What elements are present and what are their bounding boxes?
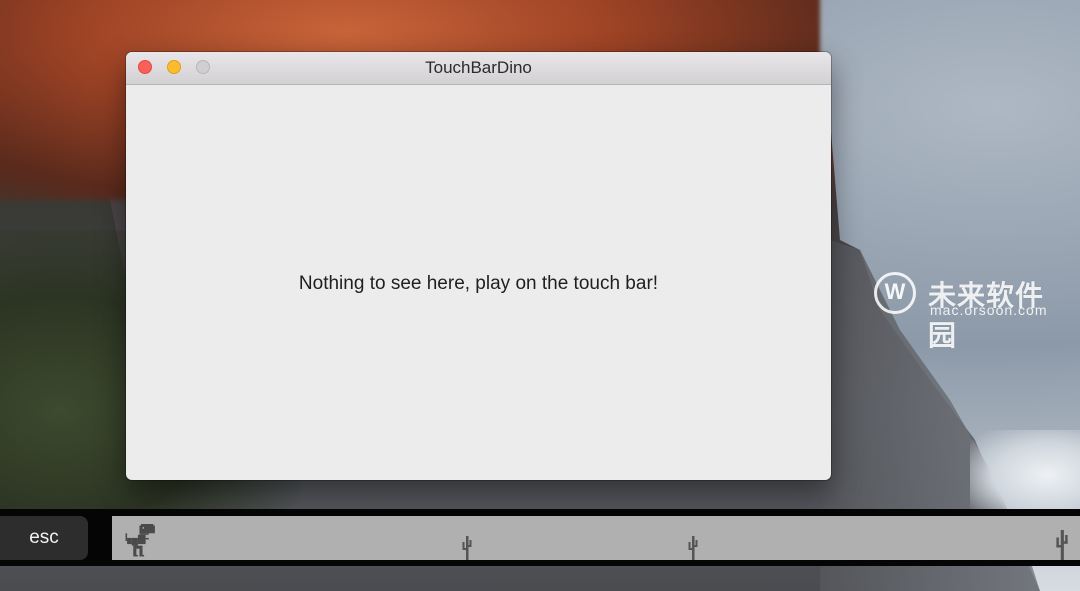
wallpaper-snow — [970, 430, 1080, 520]
window-content: Nothing to see here, play on the touch b… — [126, 85, 831, 480]
app-window: TouchBarDino Nothing to see here, play o… — [126, 52, 831, 480]
esc-button[interactable]: esc — [0, 516, 88, 560]
watermark: 未来软件园 mac.orsoon.com — [872, 272, 1072, 352]
cactus-icon — [462, 536, 472, 560]
watermark-url: mac.orsoon.com — [930, 302, 1048, 318]
dino-icon[interactable] — [124, 524, 158, 558]
window-titlebar[interactable]: TouchBarDino — [126, 52, 831, 85]
window-title: TouchBarDino — [425, 58, 532, 77]
cactus-icon — [688, 536, 698, 560]
cactus-icon — [1056, 530, 1068, 560]
info-message: Nothing to see here, play on the touch b… — [298, 273, 659, 294]
watermark-logo-icon — [874, 272, 916, 314]
dino-game-area[interactable] — [112, 516, 1080, 560]
touch-bar: esc — [0, 509, 1080, 566]
